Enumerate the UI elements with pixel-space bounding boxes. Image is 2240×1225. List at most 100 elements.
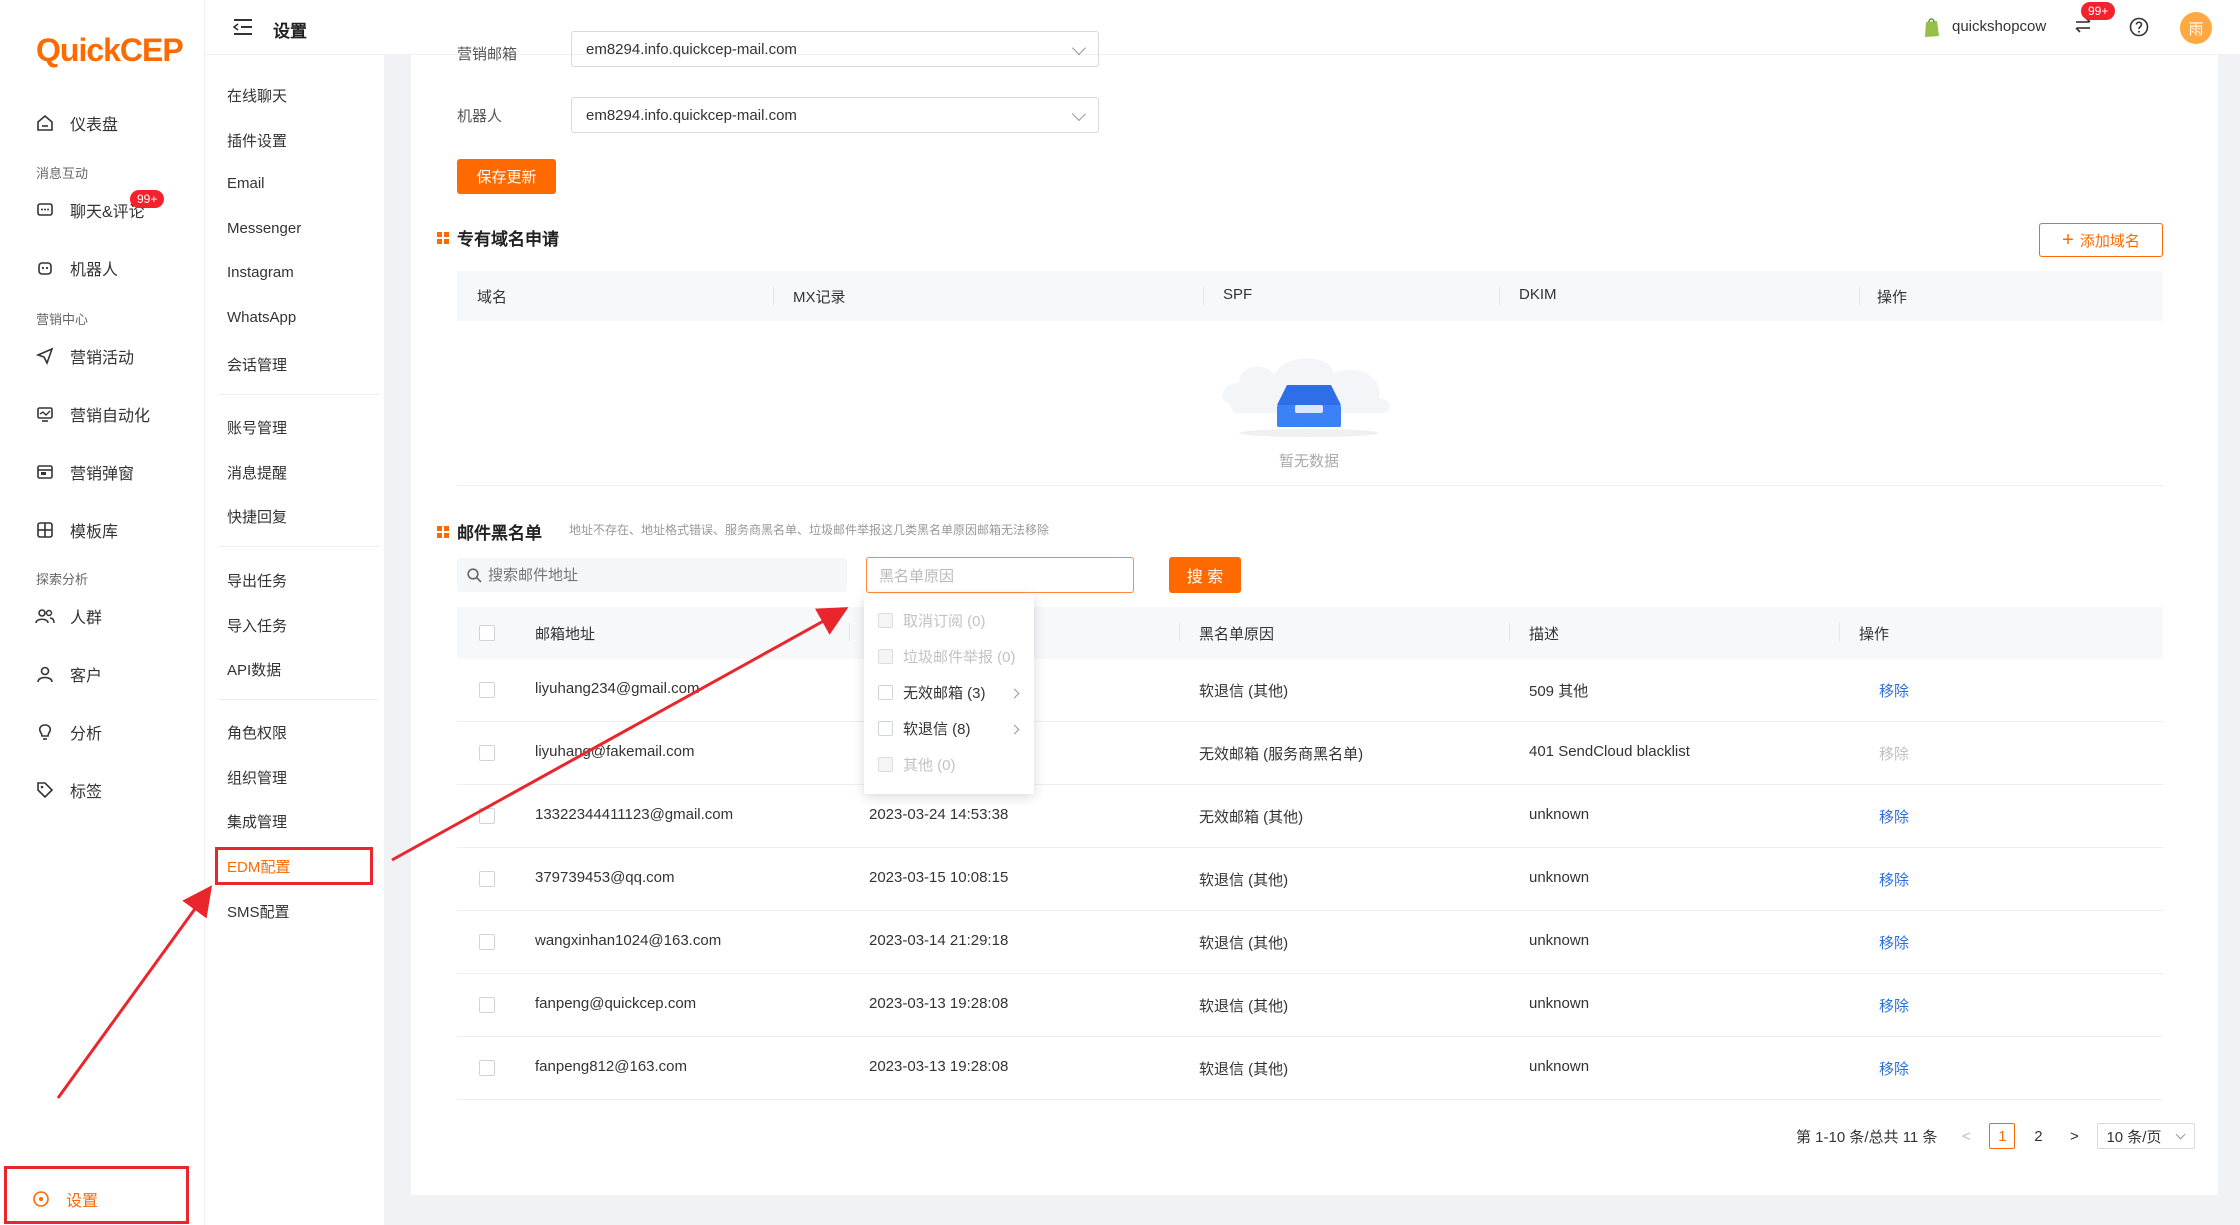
table-row: wangxinhan1024@163.com 2023-03-14 21:29:1… <box>457 911 2163 974</box>
shop-name[interactable]: quickshopcow <box>1952 18 2046 35</box>
page-2-button[interactable]: 2 <box>2025 1123 2051 1149</box>
nav-item-analysis[interactable]: 分析 <box>0 712 205 752</box>
left-navigation: QuickCEP 仪表盘 消息互动 聊天&评论 99+ 机器人 营销中心 营销活… <box>0 0 205 1225</box>
nav-item-robot[interactable]: 机器人 <box>0 248 205 288</box>
row-checkbox[interactable] <box>479 682 495 698</box>
next-page-button[interactable]: > <box>2061 1123 2087 1149</box>
dropdown-option-soft-bounce[interactable]: 软退信 (8) <box>878 718 971 739</box>
remove-link[interactable]: 移除 <box>1879 869 1909 890</box>
row-checkbox[interactable] <box>479 934 495 950</box>
row-checkbox[interactable] <box>479 745 495 761</box>
button-label: 添加域名 <box>2079 232 2140 250</box>
email-search-input[interactable] <box>488 566 818 584</box>
monitor-icon <box>34 403 56 425</box>
option-label: 取消订阅 (0) <box>903 613 986 630</box>
description-cell: unknown <box>1529 932 1590 949</box>
row-checkbox[interactable] <box>479 997 495 1013</box>
nav-item-settings[interactable]: 设置 <box>0 1179 205 1219</box>
home-icon <box>34 112 56 134</box>
col-divider <box>1839 623 1840 641</box>
nav-item-customers[interactable]: 客户 <box>0 654 205 694</box>
dropdown-option-spam-report[interactable]: 垃圾邮件举报 (0) <box>878 646 1016 667</box>
subnav-item-plugin-settings[interactable]: 插件设置 <box>227 130 287 151</box>
save-update-button[interactable]: 保存更新 <box>457 159 556 194</box>
option-label: 无效邮箱 (3) <box>903 685 986 702</box>
quickcep-logo[interactable]: QuickCEP <box>36 32 184 69</box>
subnav-item-export-tasks[interactable]: 导出任务 <box>227 570 287 591</box>
dropdown-option-other[interactable]: 其他 (0) <box>878 754 956 775</box>
subnav-item-edm-config[interactable]: EDM配置 <box>227 856 290 877</box>
remove-link: 移除 <box>1879 746 1910 763</box>
pagination: 第 1-10 条/总共 11 条 < 1 2 > 10 条/页 <box>1796 1123 2196 1149</box>
page-title: 设置 <box>273 22 307 41</box>
remove-link[interactable]: 移除 <box>1879 806 1909 827</box>
subnav-item-import-tasks[interactable]: 导入任务 <box>227 615 287 636</box>
col-divider <box>849 623 850 641</box>
subnav-item-email[interactable]: Email <box>227 175 265 192</box>
remove-link[interactable]: 移除 <box>1879 680 1909 701</box>
nav-label: 设置 <box>66 1193 99 1210</box>
subnav-item-quick-replies[interactable]: 快捷回复 <box>227 506 287 527</box>
avatar[interactable]: 雨 <box>2180 12 2212 44</box>
sender-select-top[interactable]: em8294.info.quickcep-mail.com <box>571 31 1099 67</box>
prev-page-button[interactable]: < <box>1953 1123 1979 1149</box>
nav-label: 模板库 <box>70 524 119 541</box>
dropdown-option-unsubscribe[interactable]: 取消订阅 (0) <box>878 610 986 631</box>
menu-fold-icon[interactable] <box>232 18 253 40</box>
subnav-item-conversation[interactable]: 会话管理 <box>227 354 287 375</box>
col-email: 邮箱地址 <box>535 626 596 643</box>
chat-icon <box>34 199 56 221</box>
nav-item-automation[interactable]: 营销自动化 <box>0 394 205 434</box>
table-row: fanpeng@quickcep.com 2023-03-13 19:28:08 软… <box>457 974 2163 1037</box>
subnav-item-api-data[interactable]: API数据 <box>227 659 281 680</box>
row-checkbox[interactable] <box>479 1060 495 1076</box>
edm-config-panel: 营销邮箱 em8294.info.quickcep-mail.com 机器人 e… <box>411 31 2218 1195</box>
subnav-item-messenger[interactable]: Messenger <box>227 220 301 237</box>
nav-label: 营销弹窗 <box>70 466 135 483</box>
robot-sender-select[interactable]: em8294.info.quickcep-mail.com <box>571 97 1099 133</box>
nav-item-campaigns[interactable]: 营销活动 <box>0 336 205 376</box>
email-search-field[interactable] <box>457 558 847 592</box>
option-checkbox <box>878 685 893 700</box>
subnav-item-integrations[interactable]: 集成管理 <box>227 811 287 832</box>
search-button[interactable]: 搜 索 <box>1169 557 1241 593</box>
nav-item-tags[interactable]: 标签 <box>0 770 205 810</box>
robot-sender-label: 机器人 <box>457 108 503 125</box>
chevron-down-icon <box>1071 106 1087 122</box>
nav-label: 客户 <box>70 668 103 685</box>
dropdown-option-invalid-email[interactable]: 无效邮箱 (3) <box>878 682 986 703</box>
page-1-button[interactable]: 1 <box>1989 1123 2016 1149</box>
nav-item-audience[interactable]: 人群 <box>0 596 205 636</box>
subnav-item-live-chat[interactable]: 在线聊天 <box>227 85 287 106</box>
remove-link[interactable]: 移除 <box>1879 932 1909 953</box>
chat-badge: 99+ <box>130 190 165 208</box>
row-checkbox[interactable] <box>479 871 495 887</box>
subnav-item-organization[interactable]: 组织管理 <box>227 767 287 788</box>
subnav-item-whatsapp[interactable]: WhatsApp <box>227 309 296 326</box>
row-checkbox[interactable] <box>479 808 495 824</box>
subnav-item-sms-config[interactable]: SMS配置 <box>227 901 290 922</box>
select-all-checkbox[interactable] <box>479 625 495 641</box>
remove-link[interactable]: 移除 <box>1879 1058 1909 1079</box>
nav-item-chat-reviews[interactable]: 聊天&评论 <box>0 190 205 230</box>
page-size-select[interactable]: 10 条/页 <box>2097 1123 2196 1149</box>
subnav-item-instagram[interactable]: Instagram <box>227 264 294 281</box>
section-title-text: 专有域名申请 <box>457 230 559 249</box>
nav-item-dashboard[interactable]: 仪表盘 <box>0 103 205 143</box>
col-divider <box>1499 287 1500 305</box>
nav-item-templates[interactable]: 模板库 <box>0 510 205 550</box>
subnav-item-notifications[interactable]: 消息提醒 <box>227 462 287 483</box>
reason-filter-select[interactable]: 黑名单原因 <box>866 557 1134 593</box>
nav-label: 营销自动化 <box>70 408 151 425</box>
help-icon[interactable] <box>2129 17 2149 41</box>
option-label: 垃圾邮件举报 (0) <box>903 649 1016 666</box>
subnav-item-roles[interactable]: 角色权限 <box>227 722 287 743</box>
nav-group-messages: 消息互动 <box>36 166 89 181</box>
subnav-item-accounts[interactable]: 账号管理 <box>227 417 287 438</box>
description-cell: unknown <box>1529 869 1590 886</box>
col-mx: MX记录 <box>793 289 846 306</box>
add-domain-button[interactable]: + 添加域名 <box>2039 223 2163 257</box>
option-label: 其他 (0) <box>903 757 956 774</box>
nav-item-popups[interactable]: 营销弹窗 <box>0 452 205 492</box>
remove-link[interactable]: 移除 <box>1879 995 1909 1016</box>
